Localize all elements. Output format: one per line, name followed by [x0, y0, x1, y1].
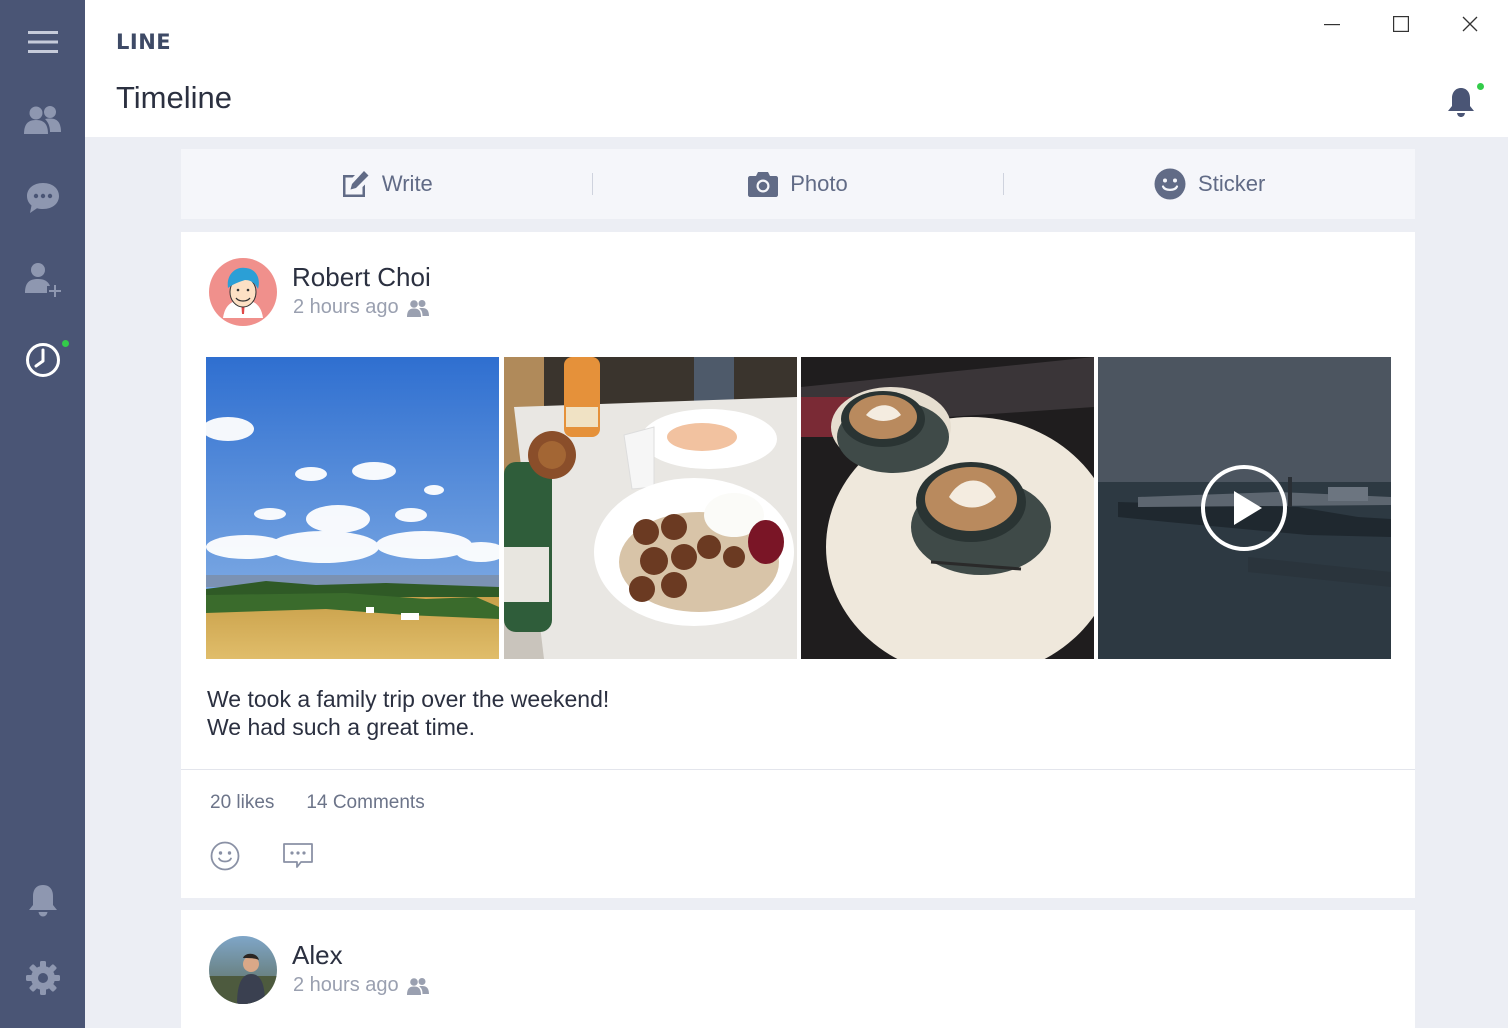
post-time: 2 hours ago: [293, 296, 399, 318]
sidebar-item-add-friends[interactable]: [0, 250, 85, 310]
close-button[interactable]: [1450, 8, 1490, 40]
sticker-button[interactable]: Sticker: [1004, 149, 1415, 219]
sidebar-item-notifications[interactable]: [0, 870, 85, 930]
notification-indicator: [1477, 83, 1484, 90]
maximize-icon: [1393, 16, 1409, 32]
avatar[interactable]: [209, 258, 277, 326]
write-label: Write: [381, 171, 433, 196]
video-harbor[interactable]: [1098, 357, 1391, 659]
post-author[interactable]: Alex: [292, 940, 343, 971]
post-author[interactable]: Robert Choi: [292, 262, 431, 293]
landscape-photo: [206, 357, 499, 659]
timeline-new-indicator: [62, 340, 69, 347]
photo-button[interactable]: Photo: [593, 149, 1004, 219]
minimize-icon: [1324, 24, 1340, 26]
gear-icon: [25, 961, 60, 995]
post-text-line: We took a family trip over the weekend!: [207, 686, 610, 712]
comment-icon: [283, 843, 313, 868]
group-icon: [406, 977, 429, 995]
play-icon: [1201, 465, 1287, 551]
avatar-image: [209, 936, 277, 1004]
food-photo: [504, 357, 797, 659]
add-friend-icon: [24, 263, 61, 297]
app-brand: LINE: [116, 30, 172, 54]
post-time: 2 hours ago: [293, 974, 399, 996]
avatar-image: [209, 258, 277, 326]
timeline-post: Alex 2 hours ago: [181, 910, 1415, 1028]
photo-grid: [206, 357, 1391, 659]
maximize-button[interactable]: [1381, 8, 1421, 40]
post-text-line: We had such a great time.: [207, 714, 476, 740]
avatar[interactable]: [209, 936, 277, 1004]
comments-count[interactable]: 14 Comments: [306, 792, 424, 814]
sidebar-item-chats[interactable]: [0, 168, 85, 228]
photo-landscape[interactable]: [206, 357, 499, 659]
bell-icon: [28, 885, 57, 917]
camera-icon: [748, 172, 779, 197]
post-meta: 2 hours ago: [293, 296, 429, 319]
menu-icon: [27, 31, 58, 53]
menu-button[interactable]: [0, 12, 85, 72]
timeline-clock-icon: [25, 343, 60, 377]
sticker-label: Sticker: [1198, 171, 1266, 196]
sidebar-item-friends[interactable]: [0, 90, 85, 150]
coffee-photo: [801, 357, 1094, 659]
header: LINE Timeline: [85, 0, 1508, 137]
comment-button[interactable]: [280, 838, 316, 874]
post-divider: [181, 769, 1415, 770]
like-button[interactable]: [207, 838, 243, 874]
photo-food[interactable]: [504, 357, 797, 659]
post-text: We took a family trip over the weekend! …: [207, 685, 609, 741]
chat-icon: [26, 183, 59, 213]
write-button[interactable]: Write: [181, 149, 592, 219]
notifications-button[interactable]: [1441, 82, 1481, 122]
timeline-post: Robert Choi 2 hours ago We took a family…: [181, 232, 1415, 898]
sidebar-item-timeline[interactable]: [0, 330, 85, 390]
edit-icon: [342, 171, 369, 197]
post-meta: 2 hours ago: [293, 974, 429, 997]
post-stats: 20 likes 14 Comments: [210, 792, 425, 814]
smiley-icon: [210, 841, 240, 871]
group-icon: [406, 299, 429, 317]
likes-count[interactable]: 20 likes: [210, 792, 274, 814]
page-title: Timeline: [116, 80, 232, 115]
close-icon: [1462, 16, 1478, 32]
smiley-icon: [1154, 168, 1186, 200]
sidebar-item-settings[interactable]: [0, 948, 85, 1008]
photo-label: Photo: [790, 171, 848, 196]
sidebar: [0, 0, 85, 1028]
friends-icon: [23, 106, 61, 134]
photo-coffee[interactable]: [801, 357, 1094, 659]
minimize-button[interactable]: [1312, 8, 1352, 40]
bell-icon: [1448, 88, 1474, 117]
composer-bar: Write Photo Sticker: [181, 149, 1415, 219]
